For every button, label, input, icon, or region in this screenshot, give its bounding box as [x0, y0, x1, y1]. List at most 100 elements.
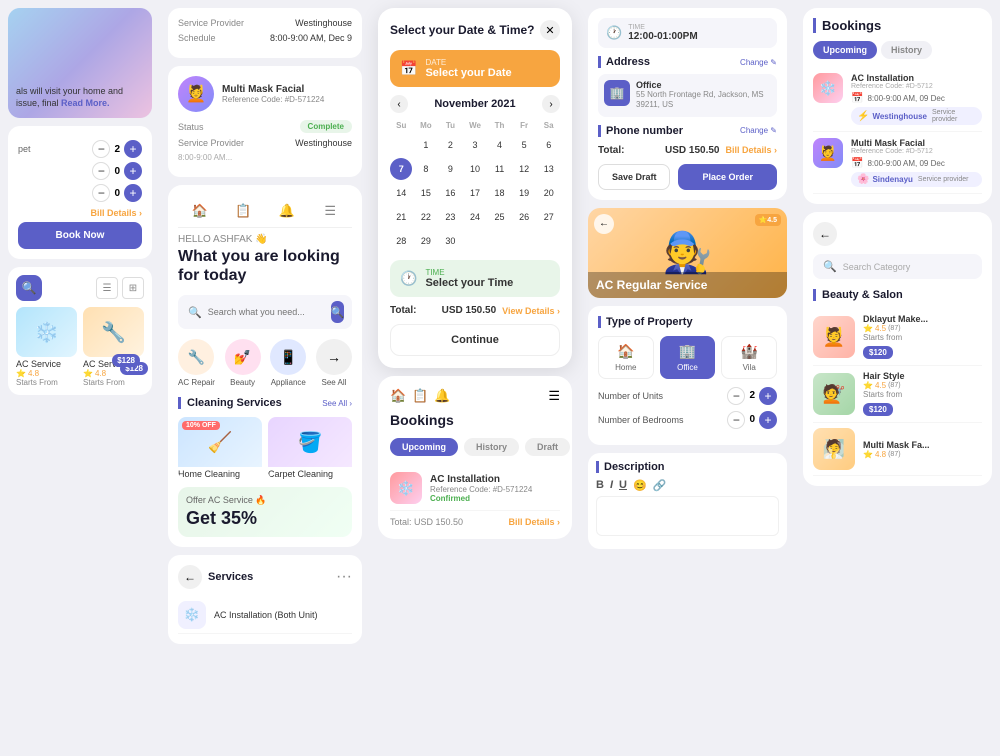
search-icon-button[interactable]: 🔍	[16, 275, 42, 301]
prop-vila-button[interactable]: 🏰 Vila	[721, 336, 777, 379]
calendar-prev-button[interactable]: ‹	[390, 95, 408, 113]
cal-day-5[interactable]: 5	[513, 134, 535, 156]
cal-day-15[interactable]: 15	[415, 182, 437, 204]
cal-day-7[interactable]: 7	[390, 158, 412, 180]
calendar-next-button[interactable]: ›	[542, 95, 560, 113]
emoji-tool[interactable]: 😊	[633, 479, 647, 492]
units-plus-button[interactable]: +	[759, 387, 777, 405]
bell-nav-icon[interactable]: 🔔	[277, 201, 297, 221]
grid-view-button[interactable]: ⊞	[122, 277, 144, 299]
right-history-tab[interactable]: History	[881, 41, 932, 59]
qty3-minus-button[interactable]: −	[92, 184, 110, 202]
order-summary-card: 🕐 TIME 12:00-01:00PM Address Change ✎ 🏢 …	[588, 8, 787, 200]
qty3-plus-button[interactable]: +	[124, 184, 142, 202]
cal-day-21[interactable]: 21	[390, 206, 412, 228]
cal-day-20[interactable]: 20	[538, 182, 560, 204]
services-more-button[interactable]: ···	[336, 568, 352, 586]
qty2-minus-button[interactable]: −	[92, 162, 110, 180]
booking-list-item[interactable]: ❄️ AC Installation Reference Code: #D-57…	[390, 466, 560, 511]
cleaning-card-carpet[interactable]: 🪣 Carpet Cleaning	[268, 417, 352, 479]
order-bill-details-link[interactable]: Bill Details ›	[725, 145, 777, 155]
cat-appliance[interactable]: 📱 Appliance	[270, 339, 306, 387]
cal-day-28[interactable]: 28	[390, 230, 412, 252]
cal-day-25[interactable]: 25	[489, 206, 511, 228]
qty1-minus-button[interactable]: −	[92, 140, 110, 158]
cal-day-17[interactable]: 17	[464, 182, 486, 204]
cat-beauty[interactable]: 💅 Beauty	[225, 339, 261, 387]
save-draft-button[interactable]: Save Draft	[598, 164, 670, 190]
book-now-button[interactable]: Book Now	[18, 222, 142, 249]
cal-day-4[interactable]: 4	[489, 134, 511, 156]
place-order-button[interactable]: Place Order	[678, 164, 777, 190]
service-list-item[interactable]: ❄️ AC Installation (Both Unit)	[178, 597, 352, 634]
search-submit-button[interactable]: 🔍	[331, 301, 345, 323]
menu-nav-icon[interactable]: ☰	[320, 201, 340, 221]
beauty-item-1[interactable]: 💆 Dklayut Make... ⭐ 4.5 (87) Starts from…	[813, 309, 982, 366]
cal-day-16[interactable]: 16	[439, 182, 461, 204]
beauty-back-button[interactable]: ←	[813, 222, 837, 246]
cal-day-3[interactable]: 3	[464, 134, 486, 156]
beauty-item-2[interactable]: 💇 Hair Style ⭐ 4.5 (87) Starts from $120	[813, 366, 982, 423]
cal-day-14[interactable]: 14	[390, 182, 412, 204]
cal-day-30[interactable]: 30	[439, 230, 461, 252]
description-textarea[interactable]	[596, 496, 779, 536]
view-details-link[interactable]: View Details ›	[502, 306, 560, 316]
cal-day-2[interactable]: 2	[439, 134, 461, 156]
change-phone-link[interactable]: Change ✎	[740, 126, 777, 135]
time-selector-card[interactable]: 🕐 TIME Select your Time	[390, 260, 560, 297]
underline-tool[interactable]: U	[619, 479, 627, 492]
prop-home-button[interactable]: 🏠 Home	[598, 336, 654, 379]
qty2-plus-button[interactable]: +	[124, 162, 142, 180]
cal-day-29[interactable]: 29	[415, 230, 437, 252]
continue-button[interactable]: Continue	[390, 324, 560, 356]
cal-day-24[interactable]: 24	[464, 206, 486, 228]
search-input[interactable]	[208, 307, 325, 317]
cleaning-card-home[interactable]: 🧹 10% OFF Home Cleaning	[178, 417, 262, 479]
cal-day-23[interactable]: 23	[439, 206, 461, 228]
bill-details-bottom-link[interactable]: Bill Details ›	[508, 517, 560, 527]
bookings-nav-icon[interactable]: 📋	[233, 201, 253, 221]
cat-see-all[interactable]: → See All	[316, 339, 352, 387]
bedrooms-plus-button[interactable]: +	[759, 411, 777, 429]
beauty-item-3[interactable]: 🧖 Multi Mask Fa... ⭐ 4.8 (87)	[813, 423, 982, 476]
cal-day-11[interactable]: 11	[489, 158, 511, 180]
cal-day-1[interactable]: 1	[415, 134, 437, 156]
cal-day-26[interactable]: 26	[513, 206, 535, 228]
cal-day-19[interactable]: 19	[513, 182, 535, 204]
see-all-cleaning-link[interactable]: See All ›	[322, 399, 352, 408]
cal-day-9[interactable]: 9	[439, 158, 461, 180]
service-card-2[interactable]: 🔧 AC Service 2 ⭐ 4.8 Starts From $128	[83, 307, 144, 387]
ac-back-button[interactable]: ←	[594, 214, 614, 234]
units-minus-button[interactable]: −	[727, 387, 745, 405]
list-view-button[interactable]: ☰	[96, 277, 118, 299]
cal-day-10[interactable]: 10	[464, 158, 486, 180]
cal-day-6[interactable]: 6	[538, 134, 560, 156]
prop-office-button[interactable]: 🏢 Office	[660, 336, 716, 379]
service-card-1[interactable]: ❄️ AC Service ⭐ 4.8 Starts From $128	[16, 307, 77, 387]
cal-day-18[interactable]: 18	[489, 182, 511, 204]
change-address-link[interactable]: Change ✎	[740, 58, 777, 67]
link-tool[interactable]: 🔗	[653, 479, 667, 492]
qty1-plus-button[interactable]: +	[124, 140, 142, 158]
cal-day-22[interactable]: 22	[415, 206, 437, 228]
upcoming-tab-button[interactable]: Upcoming	[390, 438, 458, 456]
date-selector-card[interactable]: 📅 DATE Select your Date	[390, 50, 560, 87]
modal-close-button[interactable]: ✕	[540, 20, 560, 40]
cal-day-27[interactable]: 27	[538, 206, 560, 228]
cal-day-8[interactable]: 8	[415, 158, 437, 180]
history-tab-button[interactable]: History	[464, 438, 519, 456]
services-back-button[interactable]: ←	[178, 565, 202, 589]
draft-tab-button[interactable]: Draft	[525, 438, 570, 456]
bill-details-link[interactable]: Bill Details ›	[90, 208, 142, 218]
home-nav-icon[interactable]: 🏠	[190, 201, 210, 221]
italic-tool[interactable]: I	[610, 479, 613, 492]
read-more-link[interactable]: Read More.	[61, 98, 110, 108]
cat-ac-repair[interactable]: 🔧 AC Repair	[178, 339, 215, 387]
right-booking-item-2[interactable]: 💆 Multi Mask Facial Reference Code: #D-5…	[813, 132, 982, 194]
right-booking-item-1[interactable]: ❄️ AC Installation Reference Code: #D-57…	[813, 67, 982, 132]
right-upcoming-tab[interactable]: Upcoming	[813, 41, 877, 59]
bold-tool[interactable]: B	[596, 479, 604, 492]
cal-day-13[interactable]: 13	[538, 158, 560, 180]
bedrooms-minus-button[interactable]: −	[727, 411, 745, 429]
cal-day-12[interactable]: 12	[513, 158, 535, 180]
